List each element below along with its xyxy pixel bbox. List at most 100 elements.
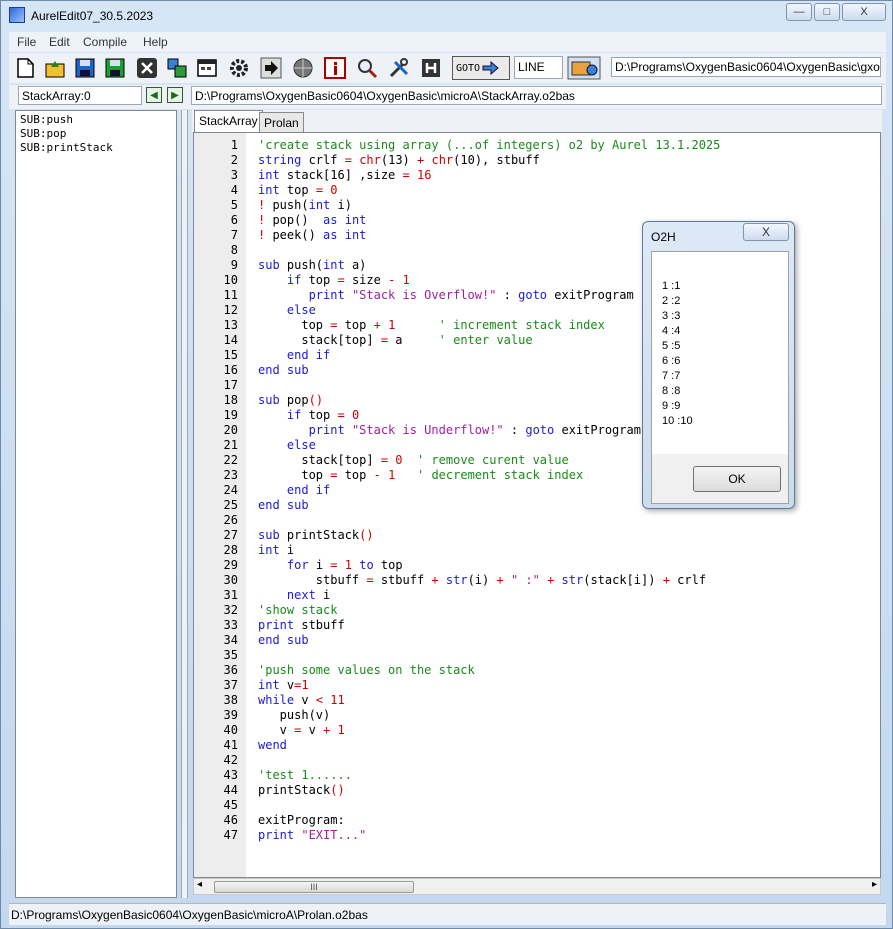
menu-help[interactable]: Help xyxy=(143,35,168,49)
line-number: 43 xyxy=(223,768,238,782)
info-button[interactable] xyxy=(322,55,348,81)
code-line[interactable]: 5 ! push(int i) xyxy=(194,198,874,213)
tab-prolan[interactable]: Prolan xyxy=(259,112,304,132)
code-line[interactable]: 2 string crlf = chr(13) + chr(10), stbuff xyxy=(194,153,874,168)
code-line[interactable]: 35 xyxy=(194,648,874,663)
code-line[interactable]: 40 v = v + 1 xyxy=(194,723,874,738)
code-token: 'test 1...... xyxy=(258,768,352,782)
menu-file[interactable]: File xyxy=(17,35,36,49)
settings-button[interactable] xyxy=(226,55,252,81)
code-line[interactable]: 37 int v=1 xyxy=(194,678,874,693)
code-token: v xyxy=(279,678,295,692)
code-token: : xyxy=(503,423,526,437)
code-token: str xyxy=(561,573,584,587)
line-number: 28 xyxy=(223,543,238,557)
dialog-close-button[interactable]: X xyxy=(743,223,789,241)
code-text: if top = size - 1 xyxy=(258,273,410,288)
app-icon xyxy=(9,7,25,23)
sub-list-item[interactable]: SUB:printStack xyxy=(20,141,113,154)
minimize-button[interactable]: — xyxy=(786,3,812,21)
code-token: next xyxy=(286,588,316,602)
code-line[interactable]: 45 xyxy=(194,798,874,813)
save-all-button[interactable] xyxy=(102,55,128,81)
sub-selector-field[interactable]: StackArray:0 xyxy=(18,86,142,105)
find-button[interactable] xyxy=(354,55,380,81)
code-token: chr xyxy=(359,153,381,167)
close-window-button[interactable]: X xyxy=(842,3,886,21)
code-line[interactable]: 44 printStack() xyxy=(194,783,874,798)
code-token: sub xyxy=(258,528,280,542)
tools-button[interactable] xyxy=(386,55,412,81)
scroll-thumb[interactable]: III xyxy=(214,881,414,893)
save-button[interactable] xyxy=(72,55,98,81)
line-number: 38 xyxy=(223,693,238,707)
code-token: (10), stbuff xyxy=(453,153,540,167)
code-token: ' decrement stack index xyxy=(417,468,584,482)
run-button[interactable] xyxy=(258,55,284,81)
code-line[interactable]: 26 xyxy=(194,513,874,528)
line-number: 40 xyxy=(223,723,238,737)
code-line[interactable]: 39 push(v) xyxy=(194,708,874,723)
code-token: exitProgram xyxy=(554,423,641,437)
sub-list-item[interactable]: SUB:pop xyxy=(20,127,66,140)
compiler-select-button[interactable] xyxy=(566,55,602,81)
title-bar[interactable]: AurelEdit07_30.5.2023 — □ X xyxy=(1,1,892,31)
code-line[interactable]: 28 int i xyxy=(194,543,874,558)
code-line[interactable]: 42 xyxy=(194,753,874,768)
help-button[interactable] xyxy=(418,55,444,81)
horizontal-scrollbar[interactable]: ◂ III ▸ xyxy=(193,878,881,895)
web-button[interactable] xyxy=(290,55,316,81)
window-button[interactable] xyxy=(194,55,220,81)
code-line[interactable]: 29 for i = 1 to top xyxy=(194,558,874,573)
goto-button[interactable]: GOTO xyxy=(452,56,510,80)
code-line[interactable]: 4 int top = 0 xyxy=(194,183,874,198)
menu-compile[interactable]: Compile xyxy=(83,35,127,49)
compiler-path-field[interactable]: D:\Programs\OxygenBasic0604\OxygenBasic\… xyxy=(611,57,881,77)
code-line[interactable]: 33 print stbuff xyxy=(194,618,874,633)
code-token: + xyxy=(662,573,670,587)
code-line[interactable]: 30 stbuff = stbuff + str(i) + " :" + str… xyxy=(194,573,874,588)
panel-splitter[interactable] xyxy=(181,110,188,898)
ok-button[interactable]: OK xyxy=(693,466,781,492)
code-line[interactable]: 38 while v < 11 xyxy=(194,693,874,708)
code-text: sub printStack() xyxy=(258,528,374,543)
tab-stackarray[interactable]: StackArray xyxy=(194,110,263,132)
scroll-right-icon[interactable]: ▸ xyxy=(872,879,877,890)
code-token: 'show stack xyxy=(258,603,338,617)
code-line[interactable]: 3 int stack[16] ,size = 16 xyxy=(194,168,874,183)
code-line[interactable]: 41 wend xyxy=(194,738,874,753)
code-line[interactable]: 43 'test 1...... xyxy=(194,768,874,783)
copy-button[interactable] xyxy=(164,55,190,81)
code-token: (13) xyxy=(380,153,417,167)
close-file-button[interactable] xyxy=(134,55,160,81)
line-number-input[interactable]: LINE xyxy=(514,56,563,79)
sub-list-item[interactable]: SUB:push xyxy=(20,113,73,126)
code-line[interactable]: 1 'create stack using array (...of intege… xyxy=(194,138,874,153)
code-line[interactable]: 36 'push some values on the stack xyxy=(194,663,874,678)
code-line[interactable]: 46 exitProgram: xyxy=(194,813,874,828)
scroll-left-icon[interactable]: ◂ xyxy=(197,879,202,890)
code-token: else xyxy=(286,438,316,452)
line-number: 46 xyxy=(223,813,238,827)
code-line[interactable]: 34 end sub xyxy=(194,633,874,648)
next-button[interactable]: ▶ xyxy=(167,87,183,103)
code-line[interactable]: 47 print "EXIT..." xyxy=(194,828,874,843)
code-line[interactable]: 27 sub printStack() xyxy=(194,528,874,543)
code-token: end sub xyxy=(258,498,309,512)
file-path-field[interactable]: D:\Programs\OxygenBasic0604\OxygenBasic\… xyxy=(191,86,882,105)
maximize-button[interactable]: □ xyxy=(814,3,840,21)
code-line[interactable]: 32 'show stack xyxy=(194,603,874,618)
code-line[interactable]: 31 next i xyxy=(194,588,874,603)
menu-edit[interactable]: Edit xyxy=(49,35,70,49)
open-file-button[interactable] xyxy=(42,55,68,81)
code-text: int top = 0 xyxy=(258,183,338,198)
new-file-button[interactable] xyxy=(12,55,38,81)
code-text: print "Stack is Underflow!" : goto exitP… xyxy=(258,423,641,438)
line-number: 30 xyxy=(223,573,238,587)
prev-button[interactable]: ◀ xyxy=(146,87,162,103)
